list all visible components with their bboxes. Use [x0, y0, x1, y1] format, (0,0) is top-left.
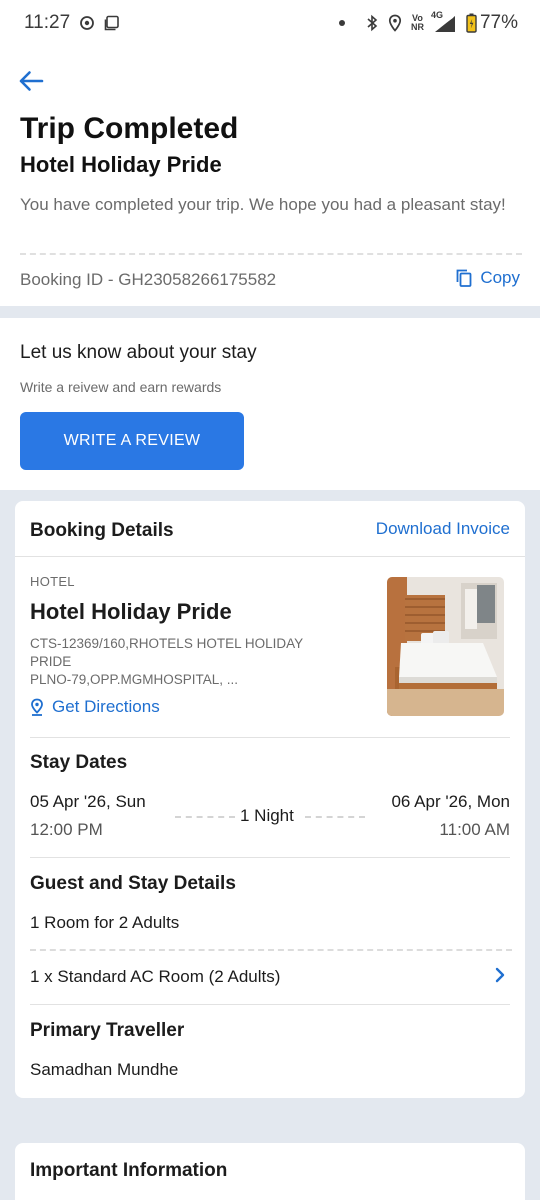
chevron-right-icon[interactable] [495, 967, 505, 983]
dot-icon [338, 19, 346, 27]
important-information-title: Important Information [30, 1160, 228, 1181]
map-pin-icon [31, 698, 43, 716]
divider [20, 253, 522, 255]
trip-header: Trip Completed Hotel Holiday Pride You h… [0, 46, 540, 306]
copy-icon [456, 269, 472, 287]
address-line: PRIDE [30, 654, 72, 669]
checkout-date: 06 Apr '26, Mon [391, 792, 510, 811]
copy-button[interactable]: Copy [456, 268, 520, 288]
booking-details-card: Booking Details Download Invoice HOTEL H… [15, 501, 525, 1098]
review-title: Let us know about your stay [20, 342, 257, 363]
write-review-button[interactable]: WRITE A REVIEW [20, 412, 244, 470]
get-directions-link[interactable]: Get Directions [30, 697, 160, 717]
screenshot-icon [104, 15, 120, 31]
traveller-name: Samadhan Mundhe [30, 1060, 179, 1079]
booking-id: Booking ID - GH23058266175582 [20, 270, 277, 289]
booking-details-title: Booking Details [30, 520, 174, 541]
page-title: Trip Completed [20, 112, 239, 145]
room-type[interactable]: 1 x Standard AC Room (2 Adults) [30, 967, 280, 987]
volte-icon: Vo NR [410, 13, 424, 32]
trip-description: You have completed your trip. We hope yo… [20, 195, 506, 214]
review-subtitle: Write a reivew and earn rewards [20, 379, 222, 395]
stay-dates-title: Stay Dates [30, 752, 128, 773]
divider [305, 816, 365, 818]
status-bar: 11:27 Vo NR 4G 77% [0, 0, 540, 46]
divider [175, 816, 235, 818]
address-line: PLNO-79,OPP.MGMHOSPITAL, ... [30, 672, 239, 687]
guest-details-title: Guest and Stay Details [30, 873, 236, 894]
signal-icon: 4G [430, 10, 457, 33]
hotel-label: HOTEL [30, 574, 75, 589]
checkin-date: 05 Apr '26, Sun [30, 792, 146, 811]
checkin-time: 12:00 PM [30, 820, 103, 839]
primary-traveller-title: Primary Traveller [30, 1020, 185, 1041]
divider [30, 949, 512, 951]
hotel-room-photo[interactable] [387, 577, 504, 716]
room-count: 1 Room for 2 Adults [30, 913, 180, 932]
booking-details-header: Booking Details Download Invoice [15, 501, 525, 557]
hotel-address: CTS-12369/160,RHOTELS HOTEL HOLIDAY PRID… [30, 635, 340, 689]
target-icon [79, 15, 95, 31]
status-left: 11:27 [24, 12, 120, 34]
arrow-left-icon [19, 71, 44, 91]
signal-label: 4G [430, 10, 443, 20]
battery-percent: 77% [479, 12, 518, 33]
status-right: Vo NR 4G 77% [338, 10, 518, 34]
back-button[interactable] [16, 66, 46, 96]
directions-label: Get Directions [52, 697, 160, 716]
clock: 11:27 [24, 12, 71, 33]
hotel-name: Hotel Holiday Pride [30, 599, 232, 624]
copy-label: Copy [480, 268, 520, 287]
location-icon [388, 14, 402, 32]
important-information-card: Important Information [15, 1143, 525, 1200]
address-line: CTS-12369/160,RHOTELS HOTEL HOLIDAY [30, 636, 304, 651]
hotel-title: Hotel Holiday Pride [20, 152, 222, 177]
bluetooth-icon [365, 14, 379, 32]
download-invoice-link[interactable]: Download Invoice [376, 519, 510, 539]
checkout-time: 11:00 AM [439, 820, 510, 839]
battery-icon [466, 13, 477, 33]
review-section: Let us know about your stay Write a reiv… [0, 318, 540, 490]
divider [30, 1004, 510, 1005]
divider [30, 737, 510, 738]
nights-count: 1 Night [240, 806, 294, 825]
divider [30, 857, 510, 858]
